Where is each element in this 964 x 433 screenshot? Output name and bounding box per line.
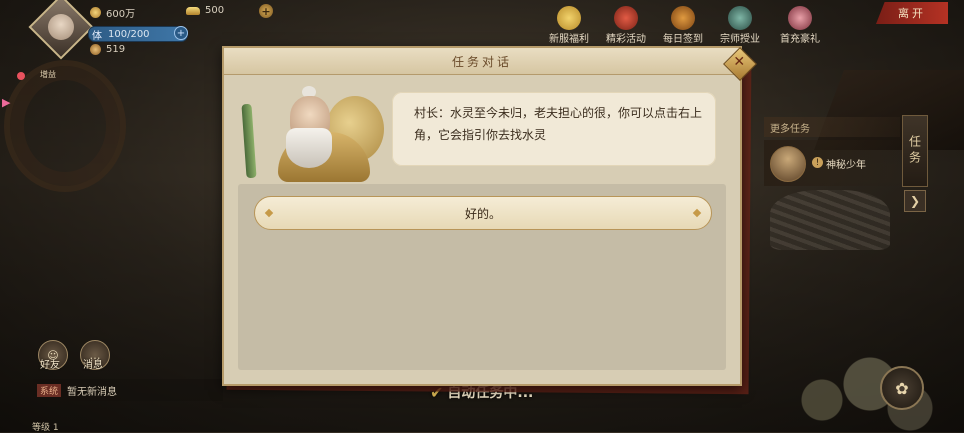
notification-dot	[17, 72, 25, 80]
leave-button[interactable]: 离开	[876, 2, 948, 24]
chat-bar[interactable]: 系统 暂无新消息	[33, 379, 223, 401]
water-wheel	[4, 60, 126, 192]
silver-counter: 600万	[90, 5, 135, 20]
silver-value: 600万	[106, 9, 136, 20]
main-menu-button[interactable]: ✿	[880, 366, 924, 410]
dialog-title: 任务对话	[224, 48, 740, 75]
event-label: 新服福利	[549, 34, 589, 45]
speech-bubble: 村长：水灵至今未归，老夫担心的很，你可以点击右上角，它会指引你去找水灵	[392, 92, 716, 166]
event-master[interactable]: 宗师授业	[712, 6, 768, 45]
event-new-server[interactable]: 新服福利	[541, 6, 597, 45]
avatar-face	[48, 14, 74, 40]
choice-ok-button[interactable]: 好的。	[254, 196, 712, 230]
event-label: 宗师授业	[720, 34, 760, 45]
event-daily-checkin[interactable]: 每日签到	[655, 6, 711, 45]
event-label: 每日签到	[663, 34, 703, 45]
info-icon: !	[812, 157, 823, 168]
stamina-label: 体	[92, 30, 102, 42]
coin-icon	[90, 7, 101, 18]
messages-label: 消息	[83, 360, 103, 371]
buff-label[interactable]: 增益	[40, 69, 56, 80]
gift-icon	[557, 6, 581, 30]
calendar-icon	[671, 6, 695, 30]
lantern-icon	[614, 6, 638, 30]
expand-arrow-icon[interactable]: ▶	[2, 96, 10, 109]
npc-staff	[241, 103, 257, 179]
gold-value: 500	[205, 5, 225, 16]
ingot-icon	[186, 6, 200, 15]
task-dialog: 任务对话 ✕ 村长：水灵至今未归，老夫担心的很，你可以点击右上角，它会指引你去找…	[222, 46, 757, 386]
master-icon	[728, 6, 752, 30]
level-label: 等级 1	[32, 423, 59, 433]
task-name: 神秘少年	[826, 160, 866, 171]
menu-icon: ✿	[895, 378, 909, 398]
npc-portrait	[240, 86, 390, 182]
friends-label: 好友	[40, 360, 60, 371]
event-label: 首充豪礼	[780, 34, 820, 45]
task-entry[interactable]: ! 神秘少年	[764, 140, 900, 186]
event-label: 精彩活动	[606, 34, 646, 45]
task-npc-avatar	[770, 146, 806, 182]
chat-channel-tag: 系统	[37, 383, 62, 397]
resource-value: 519	[106, 44, 126, 55]
event-activities[interactable]: 精彩活动	[598, 6, 654, 45]
collapse-arrow-icon[interactable]: ❯	[904, 190, 926, 212]
stamina-bar: 体 100/200	[88, 26, 188, 42]
recharge-plus-button[interactable]: +	[259, 4, 273, 18]
rubble	[770, 190, 890, 250]
task-tab[interactable]: 任务	[902, 115, 928, 187]
choice-area: 好的。	[238, 184, 726, 370]
recharge-icon	[788, 6, 812, 30]
stamina-value: 100/200	[108, 28, 150, 40]
event-first-recharge[interactable]: 首充豪礼	[772, 6, 828, 45]
chat-text: 暂无新消息	[67, 386, 118, 398]
pouch-icon	[90, 44, 101, 55]
resource-counter: 519	[90, 44, 125, 55]
choice-label: 好的。	[464, 206, 501, 221]
more-tasks-header[interactable]: 更多任务	[764, 117, 900, 137]
gold-counter: 500	[186, 5, 224, 16]
npc-beard	[286, 128, 332, 168]
stamina-plus-button[interactable]: +	[174, 26, 188, 40]
close-icon: ✕	[733, 53, 746, 70]
